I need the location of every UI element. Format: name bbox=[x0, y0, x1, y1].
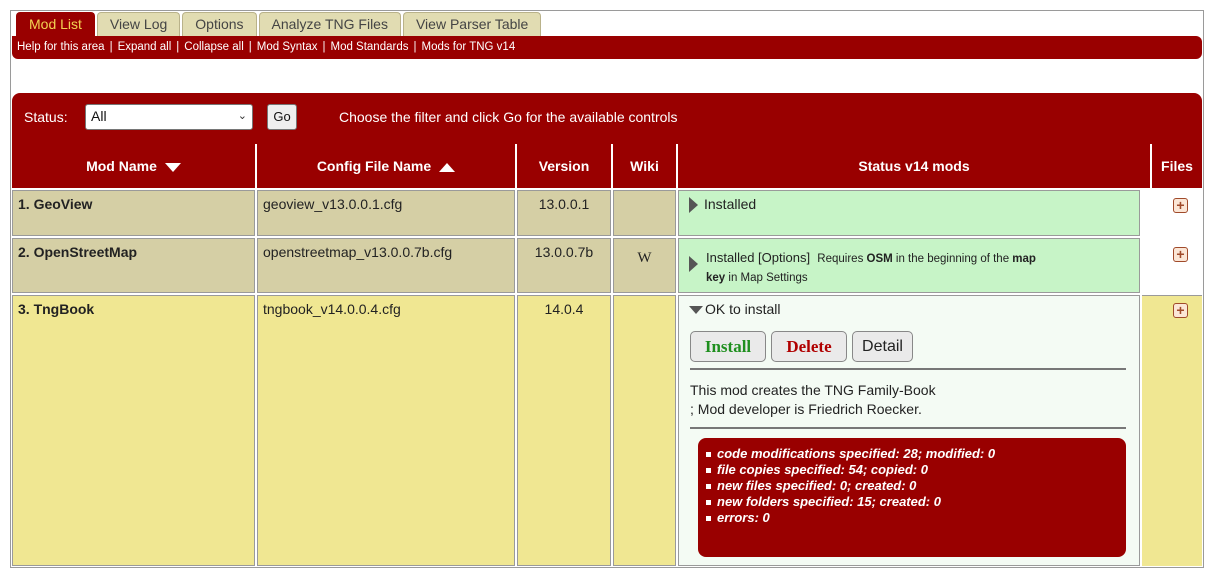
col-config-file[interactable]: Config File Name bbox=[257, 144, 517, 188]
summary-line: new folders specified: 15; created: 0 bbox=[706, 494, 1126, 510]
mod-description: This mod creates the TNG Family-Book ; M… bbox=[690, 382, 936, 417]
expand-arrow-icon[interactable] bbox=[689, 197, 698, 214]
status-select-value: All bbox=[91, 108, 107, 124]
config-file-cell: tngbook_v14.0.0.4.cfg bbox=[257, 295, 515, 566]
tab-options[interactable]: Options bbox=[182, 12, 257, 36]
tab-bar: Mod List View Log Options Analyze TNG Fi… bbox=[16, 12, 543, 36]
config-file-cell: geoview_v13.0.0.1.cfg bbox=[257, 190, 515, 236]
status-text: Installed bbox=[704, 196, 757, 212]
status-cell[interactable]: Installed [Options] Requires OSM in the … bbox=[678, 238, 1140, 293]
chevron-down-icon: ⌄ bbox=[237, 110, 247, 122]
mod-name: 3. TngBook bbox=[18, 301, 95, 317]
link-mod-standards[interactable]: Mod Standards bbox=[330, 41, 408, 53]
sort-desc-icon bbox=[164, 162, 181, 172]
config-file-cell: openstreetmap_v13.0.0.7b.cfg bbox=[257, 238, 515, 293]
filter-bar: Status: All ⌄ Go Choose the filter and cl… bbox=[12, 93, 1202, 144]
sort-asc-icon bbox=[439, 162, 456, 172]
wiki-cell bbox=[613, 190, 676, 236]
status-label: Status: bbox=[24, 109, 68, 125]
summary-line: errors: 0 bbox=[706, 510, 1126, 526]
status-cell[interactable]: Installed bbox=[678, 190, 1140, 236]
col-status: Status v14 mods bbox=[678, 144, 1152, 188]
col-files: Files bbox=[1152, 144, 1202, 188]
collapse-arrow-icon[interactable] bbox=[689, 306, 703, 315]
version-cell: 13.0.0.1 bbox=[517, 190, 611, 236]
tab-view-log[interactable]: View Log bbox=[96, 12, 181, 36]
expand-files-icon[interactable]: + bbox=[1173, 303, 1188, 318]
status-select[interactable]: All ⌄ bbox=[85, 104, 253, 130]
mod-name-cell[interactable]: 1. GeoView bbox=[12, 190, 255, 236]
tab-analyze-tng-files[interactable]: Analyze TNG Files bbox=[258, 12, 401, 36]
expand-files-icon[interactable]: + bbox=[1173, 198, 1188, 213]
install-button[interactable]: Install bbox=[690, 331, 766, 362]
wiki-link[interactable]: W bbox=[613, 238, 676, 293]
status-text: OK to install bbox=[705, 301, 781, 317]
expand-arrow-icon[interactable] bbox=[689, 256, 698, 272]
wiki-cell bbox=[613, 295, 676, 566]
col-mod-name[interactable]: Mod Name bbox=[12, 144, 257, 188]
summary-line: code modifications specified: 28; modifi… bbox=[706, 446, 1126, 462]
expand-files-icon[interactable]: + bbox=[1173, 247, 1188, 262]
files-cell bbox=[1142, 295, 1202, 566]
help-link-bar: Help for this area | Expand all | Collapse a… bbox=[12, 36, 1202, 59]
col-version[interactable]: Version bbox=[517, 144, 613, 188]
table-header: Mod Name Config File Name Version Wiki S… bbox=[12, 144, 1202, 188]
filter-hint: Choose the filter and click Go for the a… bbox=[339, 109, 678, 125]
col-wiki: Wiki bbox=[613, 144, 678, 188]
divider bbox=[690, 427, 1126, 429]
summary-line: new files specified: 0; created: 0 bbox=[706, 478, 1126, 494]
link-collapse-all[interactable]: Collapse all bbox=[184, 41, 243, 53]
delete-button[interactable]: Delete bbox=[771, 331, 847, 362]
mod-name: 2. OpenStreetMap bbox=[18, 244, 138, 260]
mod-name-cell[interactable]: 2. OpenStreetMap bbox=[12, 238, 255, 293]
version-cell: 13.0.0.7b bbox=[517, 238, 611, 293]
divider bbox=[690, 368, 1126, 370]
tab-mod-list[interactable]: Mod List bbox=[16, 12, 95, 36]
summary-line: file copies specified: 54; copied: 0 bbox=[706, 462, 1126, 478]
link-mod-syntax[interactable]: Mod Syntax bbox=[257, 41, 318, 53]
detail-button[interactable]: Detail bbox=[852, 331, 913, 362]
link-help[interactable]: Help for this area bbox=[17, 41, 105, 53]
link-mods-for-tng[interactable]: Mods for TNG v14 bbox=[421, 41, 515, 53]
mod-name-cell[interactable]: 3. TngBook bbox=[12, 295, 255, 566]
mod-name: 1. GeoView bbox=[18, 196, 93, 212]
status-text: Installed [Options] bbox=[706, 250, 811, 265]
version-cell: 14.0.4 bbox=[517, 295, 611, 566]
install-summary-box: code modifications specified: 28; modifi… bbox=[698, 438, 1126, 557]
tab-view-parser-table[interactable]: View Parser Table bbox=[402, 12, 542, 36]
link-expand-all[interactable]: Expand all bbox=[118, 41, 172, 53]
go-button[interactable]: Go bbox=[267, 104, 297, 130]
